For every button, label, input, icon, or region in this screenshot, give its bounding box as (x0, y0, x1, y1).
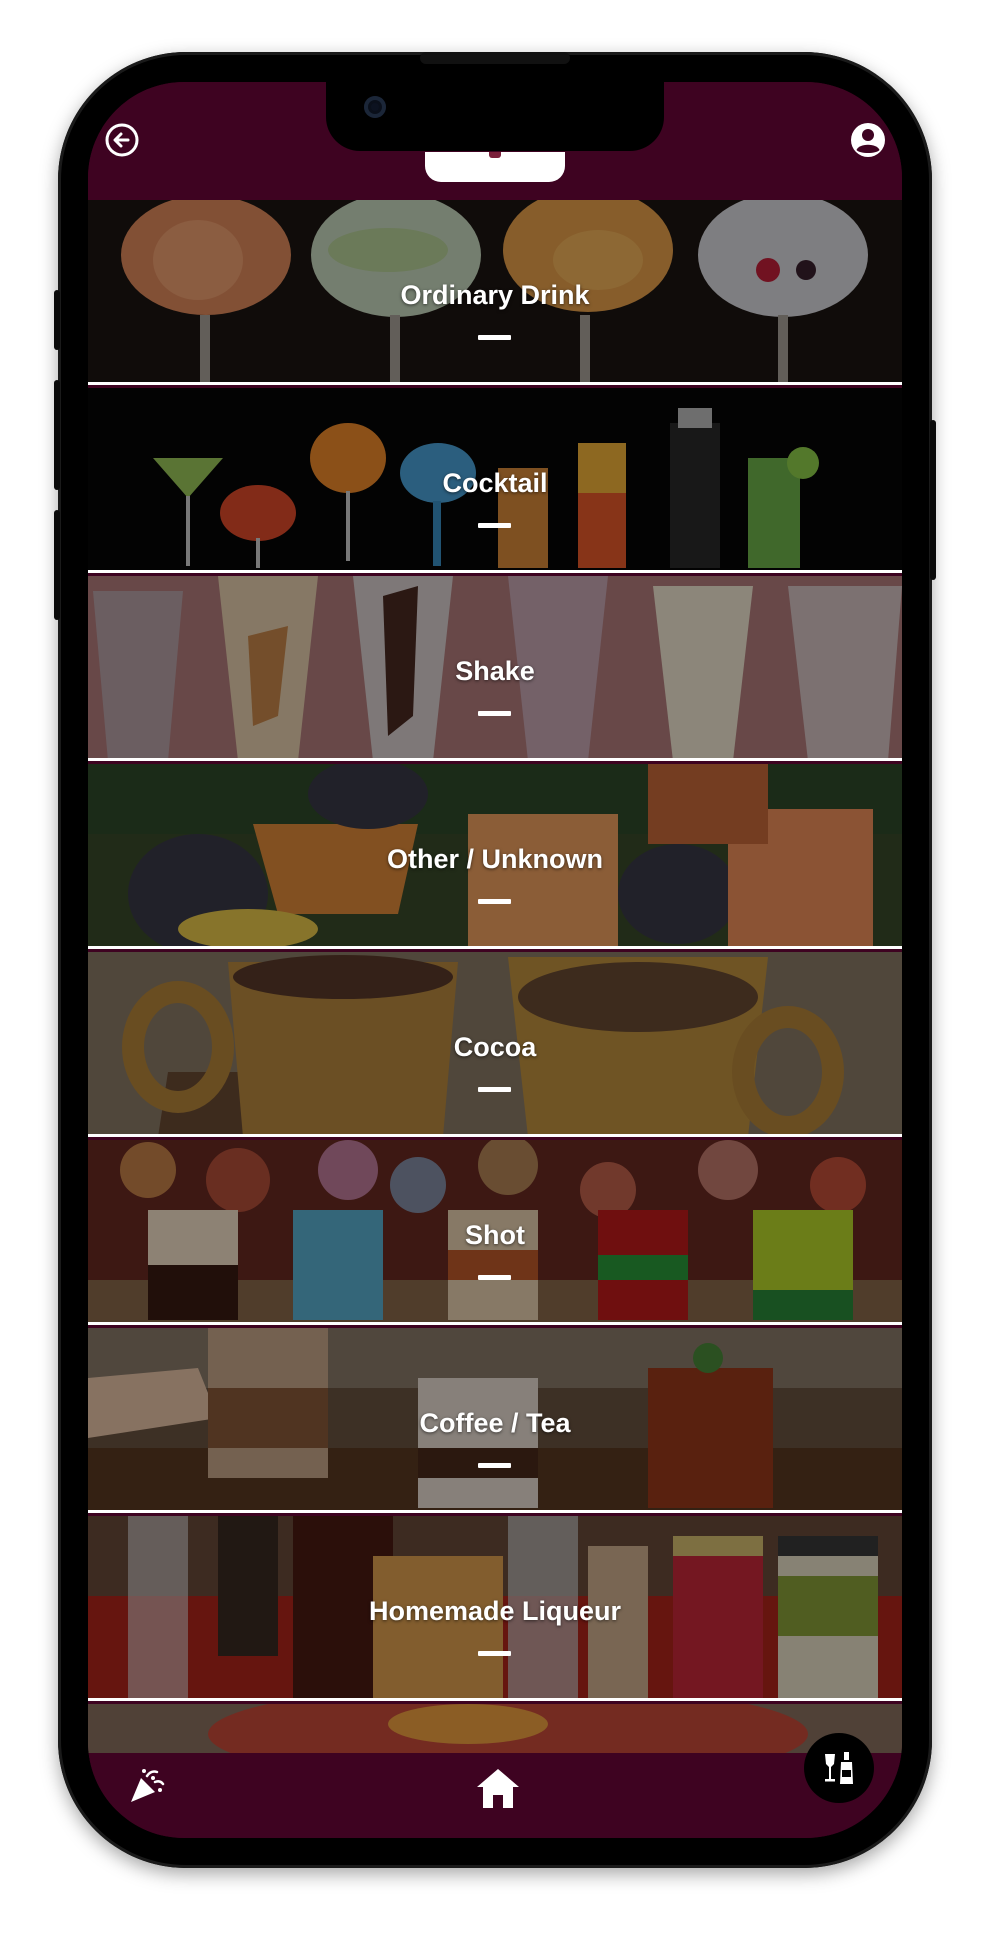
party-button[interactable] (122, 1761, 172, 1811)
back-button[interactable] (100, 118, 144, 162)
category-underline (478, 523, 511, 528)
category-underline (478, 1651, 511, 1656)
drinks-button[interactable] (804, 1733, 874, 1803)
category-tile-shake[interactable]: Shake (88, 576, 902, 761)
phone-volume-up (54, 380, 60, 490)
bottles-icon (825, 1752, 853, 1784)
arrow-left-circle-icon (105, 123, 139, 157)
category-label: Coffee / Tea (419, 1408, 571, 1438)
phone-side-button (54, 290, 60, 350)
category-label: Shake (455, 656, 535, 686)
category-tile-ordinary-drink[interactable]: Ordinary Drink (88, 200, 902, 385)
category-label: Shot (465, 1220, 525, 1250)
category-tile-cocoa[interactable]: Cocoa (88, 952, 902, 1137)
category-tile-homemade-liqueur[interactable]: Homemade Liqueur (88, 1516, 902, 1701)
category-tile-shot[interactable]: Shot (88, 1140, 902, 1325)
category-underline (478, 1463, 511, 1468)
phone-volume-down (54, 510, 60, 620)
category-label: Cocktail (442, 468, 548, 498)
category-tile-cocktail[interactable]: Cocktail (88, 388, 902, 573)
category-underline (478, 1275, 511, 1280)
category-label: Homemade Liqueur (368, 1596, 622, 1626)
app-screen: Ordinary Drink Cocktail Shake Other / Un… (88, 82, 902, 1838)
bottom-nav (88, 1733, 902, 1838)
category-label: Ordinary Drink (400, 280, 590, 310)
category-tile-coffee-tea[interactable]: Coffee / Tea (88, 1328, 902, 1513)
home-icon (477, 1769, 519, 1808)
category-underline (478, 1087, 511, 1092)
account-button[interactable] (846, 118, 890, 162)
category-label: Other / Unknown (387, 844, 603, 874)
party-popper-icon (131, 1769, 165, 1802)
home-button[interactable] (471, 1761, 525, 1815)
category-underline (478, 711, 511, 716)
app-logo (425, 152, 565, 182)
front-camera (364, 96, 386, 118)
phone-speaker (420, 52, 570, 64)
category-label: Cocoa (453, 1032, 537, 1062)
phone-power-button (930, 420, 936, 580)
category-list[interactable]: Ordinary Drink Cocktail Shake Other / Un… (88, 200, 902, 1753)
account-circle-icon (851, 123, 885, 157)
tile-shade (88, 1704, 902, 1753)
category-tile-partial[interactable] (88, 1704, 902, 1753)
category-underline (478, 899, 511, 904)
category-underline (478, 335, 511, 340)
category-tile-other-unknown[interactable]: Other / Unknown (88, 764, 902, 949)
